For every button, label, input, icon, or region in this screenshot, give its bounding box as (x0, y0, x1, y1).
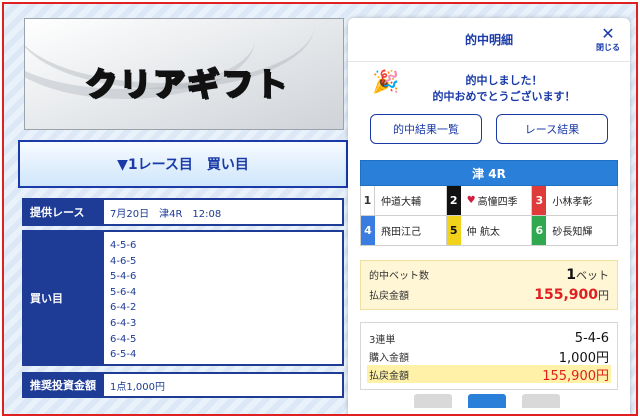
racer-number: 3 (532, 186, 547, 215)
bets-label: 買い目 (30, 292, 63, 305)
payout-unit: 円 (598, 289, 609, 302)
racer-cell: 1 仲道大輔 (361, 186, 447, 216)
tab-active[interactable] (468, 394, 506, 408)
amount-row: 推奨投資金額 1点1,000円 (22, 372, 344, 398)
purchase-line: 購入金額 1,000円 (369, 347, 609, 366)
racer-number: 1 (361, 186, 375, 215)
payout-label: 払戻金額 (369, 291, 409, 302)
race-results-button[interactable]: レース結果 (496, 114, 608, 144)
bet-count-unit: ベット (576, 269, 609, 282)
racer-number: 2 (446, 186, 461, 215)
bet-type-line: 3連単 5-4-6 (369, 329, 609, 347)
racer-cell: 4 飛田江己 (361, 216, 447, 246)
congrats-line-1: 的中しました！ (465, 74, 543, 87)
logo-banner: クリアギフト (24, 18, 344, 130)
racer-cell: 3 小林孝彰 (532, 186, 618, 216)
hit-detail-panel: 的中明細 ✕ 閉じる 🎉 的中しました！ 的中おめでとうございます！ 的中結果一… (348, 18, 630, 414)
racer-cell: 5 仲 航太 (446, 216, 533, 246)
tab[interactable] (414, 394, 452, 408)
racer-name: 小林孝彰 (552, 197, 593, 208)
bet-detail: 3連単 5-4-6 購入金額 1,000円 払戻金額 155,900円 (360, 322, 618, 390)
purchase-value: 1,000円 (558, 350, 609, 366)
bet-item: 6-5-4 (110, 349, 137, 361)
race-info-row: 提供レース 7月20日 津4R 12:08 (22, 198, 344, 226)
close-label: 閉じる (596, 43, 620, 52)
close-icon: ✕ (601, 24, 615, 43)
racer-cell: 6 砂長知輝 (532, 216, 618, 246)
payout-line: 払戻金額 155,900円 (369, 287, 609, 303)
bet-item: 6-4-3 (110, 317, 137, 329)
bet-count-line: 的中ベット数 1ベット (369, 267, 609, 283)
logo-text: クリアギフト (84, 64, 290, 104)
bet-item: 4-5-6 (110, 240, 137, 251)
race-1-bets-button[interactable]: ▼1レース目 買い目 (18, 140, 348, 188)
bet-item: 4-6-5 (110, 255, 137, 267)
bet-item: 6-4-5 (110, 333, 137, 345)
bet-count-value: 1 (566, 267, 576, 283)
racer-number: 4 (361, 216, 375, 245)
racer-grid: 1 仲道大輔 2 ♥ 高憧四季 3 小林孝彰 4 飛田江己 5 仲 航太 6 砂… (360, 186, 618, 246)
congrats-message: 🎉 的中しました！ 的中おめでとうございます！ (348, 62, 630, 112)
panel-header: 的中明細 ✕ 閉じる (348, 18, 630, 62)
racer-name: 飛田江己 (381, 227, 421, 238)
purchase-label: 購入金額 (369, 352, 409, 364)
racer-cell: 2 ♥ 高憧四季 (446, 186, 533, 216)
bet-item: 6-4-2 (110, 302, 137, 314)
racer-number: 5 (446, 216, 461, 245)
heart-icon: ♥ (466, 195, 476, 206)
race-value: 7月20日 津4R 12:08 (104, 200, 342, 224)
bets-row: 買い目 4-5-6 4-6-5 5-4-6 5-6-4 6-4-2 6-4-3 … (22, 230, 344, 366)
bet-type: 3連単 (369, 334, 396, 346)
panel-title: 的中明細 (464, 33, 513, 47)
race-label: 提供レース (30, 206, 85, 219)
bets-list: 4-5-6 4-6-5 5-4-6 5-6-4 6-4-2 6-4-3 6-4-… (104, 232, 342, 364)
congrats-line-2: 的中おめでとうございます！ (432, 90, 576, 103)
racer-name: 仲 航太 (466, 227, 500, 238)
payout-value: 155,900 (534, 287, 598, 303)
racer-number: 6 (532, 216, 547, 245)
racer-name: 砂長知輝 (552, 227, 593, 238)
page-frame: クリアギフト ▼1レース目 買い目 提供レース 7月20日 津4R 12:08 … (2, 2, 638, 416)
detail-payout-line: 払戻金額 155,900円 (367, 365, 611, 384)
tab[interactable] (522, 394, 560, 408)
hit-results-list-button[interactable]: 的中結果一覧 (370, 114, 482, 144)
detail-payout-label: 払戻金額 (369, 370, 409, 382)
bet-item: 5-4-6 (110, 271, 137, 283)
bet-combo: 5-4-6 (574, 330, 609, 346)
race-header: 津 4R (360, 160, 618, 186)
amount-label: 推奨投資金額 (30, 379, 96, 392)
bet-count-label: 的中ベット数 (369, 271, 429, 282)
panel-tabs (414, 394, 560, 408)
amount-value: 1点1,000円 (104, 374, 342, 396)
close-button[interactable]: ✕ 閉じる (596, 26, 620, 52)
detail-payout-value: 155,900円 (542, 368, 609, 384)
racer-name: 仲道大輔 (381, 197, 421, 208)
racer-name: 高憧四季 (477, 197, 518, 208)
bet-item: 5-6-4 (110, 286, 137, 298)
hit-summary: 的中ベット数 1ベット 払戻金額 155,900円 (360, 260, 618, 310)
panel-button-row: 的中結果一覧 レース結果 (348, 114, 630, 144)
